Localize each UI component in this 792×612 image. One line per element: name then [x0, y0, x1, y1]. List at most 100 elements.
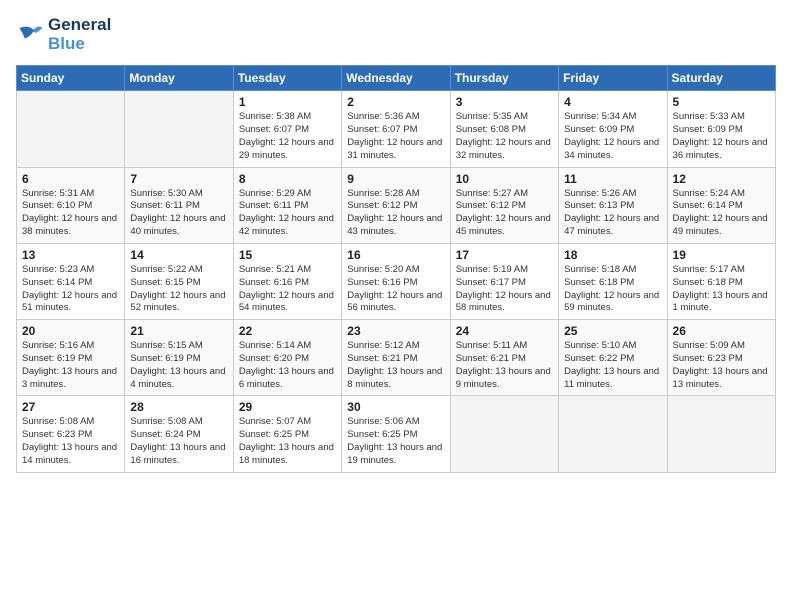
- calendar-week-1: 1Sunrise: 5:38 AMSunset: 6:07 PMDaylight…: [17, 91, 776, 167]
- day-number: 22: [239, 324, 336, 338]
- cell-details: Sunrise: 5:23 AMSunset: 6:14 PMDaylight:…: [22, 264, 119, 315]
- cell-details: Sunrise: 5:18 AMSunset: 6:18 PMDaylight:…: [564, 264, 661, 315]
- cell-details: Sunrise: 5:27 AMSunset: 6:12 PMDaylight:…: [456, 188, 553, 239]
- calendar-cell: 8Sunrise: 5:29 AMSunset: 6:11 PMDaylight…: [233, 167, 341, 243]
- calendar-cell: 17 Sunrise: 5:19 AMSunset: 6:17 PMDayligh…: [450, 243, 558, 319]
- cell-details: Sunrise: 5:24 AMSunset: 6:14 PMDaylight:…: [673, 188, 770, 239]
- calendar-cell: [559, 396, 667, 472]
- calendar-cell: 27 Sunrise: 5:08 AMSunset: 6:23 PMDayligh…: [17, 396, 125, 472]
- day-number: 24: [456, 324, 553, 338]
- day-number: 15: [239, 248, 336, 262]
- calendar-cell: 12 Sunrise: 5:24 AMSunset: 6:14 PMDayligh…: [667, 167, 775, 243]
- day-number: 26: [673, 324, 770, 338]
- day-number: 5: [673, 95, 770, 109]
- calendar-cell: 22 Sunrise: 5:14 AMSunset: 6:20 PMDayligh…: [233, 320, 341, 396]
- cell-details: Sunrise: 5:19 AMSunset: 6:17 PMDaylight:…: [456, 264, 553, 315]
- calendar-cell: 30 Sunrise: 5:06 AMSunset: 6:25 PMDayligh…: [342, 396, 450, 472]
- day-number: 17: [456, 248, 553, 262]
- cell-details: Sunrise: 5:22 AMSunset: 6:15 PMDaylight:…: [130, 264, 227, 315]
- calendar-cell: 4 Sunrise: 5:34 AMSunset: 6:09 PMDaylight…: [559, 91, 667, 167]
- calendar-cell: 19 Sunrise: 5:17 AMSunset: 6:18 PMDayligh…: [667, 243, 775, 319]
- cell-details: Sunrise: 5:33 AMSunset: 6:09 PMDaylight:…: [673, 111, 770, 162]
- day-number: 25: [564, 324, 661, 338]
- cell-details: Sunrise: 5:08 AMSunset: 6:24 PMDaylight:…: [130, 416, 227, 467]
- calendar-header-row: SundayMondayTuesdayWednesdayThursdayFrid…: [17, 66, 776, 91]
- cell-details: Sunrise: 5:30 AMSunset: 6:11 PMDaylight:…: [130, 188, 227, 239]
- day-header-monday: Monday: [125, 66, 233, 91]
- day-number: 20: [22, 324, 119, 338]
- calendar-week-2: 6 Sunrise: 5:31 AMSunset: 6:10 PMDaylight…: [17, 167, 776, 243]
- day-number: 27: [22, 400, 119, 414]
- cell-details: Sunrise: 5:38 AMSunset: 6:07 PMDaylight:…: [239, 111, 336, 162]
- day-header-saturday: Saturday: [667, 66, 775, 91]
- day-number: 28: [130, 400, 227, 414]
- day-number: 12: [673, 172, 770, 186]
- cell-details: Sunrise: 5:10 AMSunset: 6:22 PMDaylight:…: [564, 340, 661, 391]
- day-number: 9: [347, 172, 444, 186]
- calendar-cell: 6 Sunrise: 5:31 AMSunset: 6:10 PMDaylight…: [17, 167, 125, 243]
- calendar-cell: 10 Sunrise: 5:27 AMSunset: 6:12 PMDayligh…: [450, 167, 558, 243]
- cell-details: Sunrise: 5:09 AMSunset: 6:23 PMDaylight:…: [673, 340, 770, 391]
- day-header-thursday: Thursday: [450, 66, 558, 91]
- day-header-wednesday: Wednesday: [342, 66, 450, 91]
- day-header-tuesday: Tuesday: [233, 66, 341, 91]
- day-number: 19: [673, 248, 770, 262]
- calendar-cell: [17, 91, 125, 167]
- cell-details: Sunrise: 5:06 AMSunset: 6:25 PMDaylight:…: [347, 416, 444, 467]
- calendar-cell: 18 Sunrise: 5:18 AMSunset: 6:18 PMDayligh…: [559, 243, 667, 319]
- calendar-cell: 11 Sunrise: 5:26 AMSunset: 6:13 PMDayligh…: [559, 167, 667, 243]
- calendar-cell: 21 Sunrise: 5:15 AMSunset: 6:19 PMDayligh…: [125, 320, 233, 396]
- calendar-cell: 14Sunrise: 5:22 AMSunset: 6:15 PMDayligh…: [125, 243, 233, 319]
- calendar-cell: 16Sunrise: 5:20 AMSunset: 6:16 PMDayligh…: [342, 243, 450, 319]
- calendar-cell: 5 Sunrise: 5:33 AMSunset: 6:09 PMDaylight…: [667, 91, 775, 167]
- cell-details: Sunrise: 5:21 AMSunset: 6:16 PMDaylight:…: [239, 264, 336, 315]
- day-number: 6: [22, 172, 119, 186]
- day-number: 2: [347, 95, 444, 109]
- cell-details: Sunrise: 5:16 AMSunset: 6:19 PMDaylight:…: [22, 340, 119, 391]
- cell-details: Sunrise: 5:31 AMSunset: 6:10 PMDaylight:…: [22, 188, 119, 239]
- logo-text: General Blue: [48, 16, 111, 53]
- calendar-cell: 13 Sunrise: 5:23 AMSunset: 6:14 PMDayligh…: [17, 243, 125, 319]
- cell-details: Sunrise: 5:11 AMSunset: 6:21 PMDaylight:…: [456, 340, 553, 391]
- day-number: 18: [564, 248, 661, 262]
- cell-details: Sunrise: 5:28 AMSunset: 6:12 PMDaylight:…: [347, 188, 444, 239]
- calendar-cell: 15 Sunrise: 5:21 AMSunset: 6:16 PMDayligh…: [233, 243, 341, 319]
- calendar-cell: 2Sunrise: 5:36 AMSunset: 6:07 PMDaylight…: [342, 91, 450, 167]
- day-header-sunday: Sunday: [17, 66, 125, 91]
- calendar-week-4: 20 Sunrise: 5:16 AMSunset: 6:19 PMDayligh…: [17, 320, 776, 396]
- calendar-cell: 29Sunrise: 5:07 AMSunset: 6:25 PMDayligh…: [233, 396, 341, 472]
- calendar-cell: 3Sunrise: 5:35 AMSunset: 6:08 PMDaylight…: [450, 91, 558, 167]
- logo: General Blue: [16, 16, 111, 53]
- day-number: 30: [347, 400, 444, 414]
- day-number: 23: [347, 324, 444, 338]
- day-number: 10: [456, 172, 553, 186]
- day-number: 13: [22, 248, 119, 262]
- page-header: General Blue: [16, 16, 776, 53]
- logo-icon: [16, 21, 44, 49]
- cell-details: Sunrise: 5:20 AMSunset: 6:16 PMDaylight:…: [347, 264, 444, 315]
- cell-details: Sunrise: 5:08 AMSunset: 6:23 PMDaylight:…: [22, 416, 119, 467]
- calendar-cell: [125, 91, 233, 167]
- day-number: 21: [130, 324, 227, 338]
- calendar-week-5: 27 Sunrise: 5:08 AMSunset: 6:23 PMDayligh…: [17, 396, 776, 472]
- calendar-cell: 24 Sunrise: 5:11 AMSunset: 6:21 PMDayligh…: [450, 320, 558, 396]
- calendar-cell: [450, 396, 558, 472]
- cell-details: Sunrise: 5:26 AMSunset: 6:13 PMDaylight:…: [564, 188, 661, 239]
- calendar-cell: 28 Sunrise: 5:08 AMSunset: 6:24 PMDayligh…: [125, 396, 233, 472]
- calendar-cell: 26 Sunrise: 5:09 AMSunset: 6:23 PMDayligh…: [667, 320, 775, 396]
- cell-details: Sunrise: 5:12 AMSunset: 6:21 PMDaylight:…: [347, 340, 444, 391]
- day-header-friday: Friday: [559, 66, 667, 91]
- cell-details: Sunrise: 5:14 AMSunset: 6:20 PMDaylight:…: [239, 340, 336, 391]
- cell-details: Sunrise: 5:17 AMSunset: 6:18 PMDaylight:…: [673, 264, 770, 315]
- calendar-cell: 20 Sunrise: 5:16 AMSunset: 6:19 PMDayligh…: [17, 320, 125, 396]
- calendar-table: SundayMondayTuesdayWednesdayThursdayFrid…: [16, 65, 776, 472]
- cell-details: Sunrise: 5:15 AMSunset: 6:19 PMDaylight:…: [130, 340, 227, 391]
- calendar-cell: [667, 396, 775, 472]
- calendar-cell: 9 Sunrise: 5:28 AMSunset: 6:12 PMDaylight…: [342, 167, 450, 243]
- day-number: 11: [564, 172, 661, 186]
- cell-details: Sunrise: 5:07 AMSunset: 6:25 PMDaylight:…: [239, 416, 336, 467]
- calendar-cell: 7Sunrise: 5:30 AMSunset: 6:11 PMDaylight…: [125, 167, 233, 243]
- day-number: 4: [564, 95, 661, 109]
- calendar-cell: 1Sunrise: 5:38 AMSunset: 6:07 PMDaylight…: [233, 91, 341, 167]
- cell-details: Sunrise: 5:34 AMSunset: 6:09 PMDaylight:…: [564, 111, 661, 162]
